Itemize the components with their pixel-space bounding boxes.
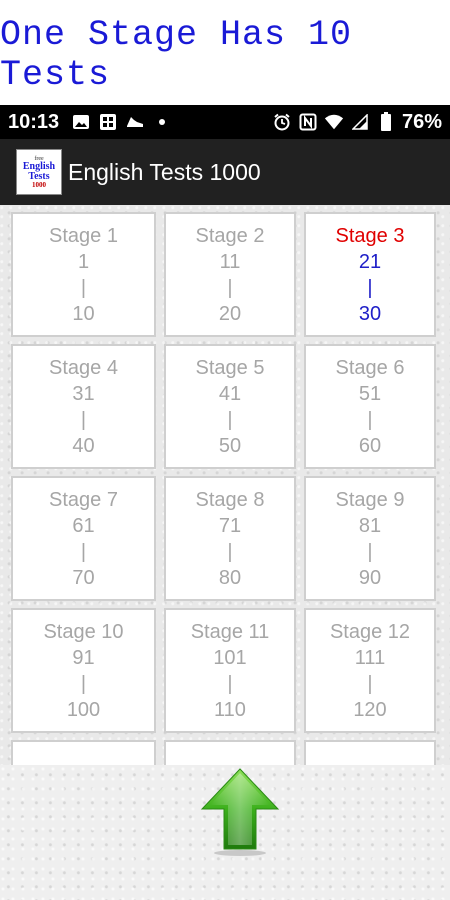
stage-tile[interactable]: Stage 11 101 | 110 — [164, 608, 296, 733]
dot-icon — [152, 112, 172, 132]
stage-range-separator: | — [80, 672, 87, 695]
stage-range-end: 90 — [358, 566, 382, 589]
stage-label: Stage 3 — [335, 224, 405, 247]
stage-tile[interactable]: Stage 7 61 | 70 — [11, 476, 156, 601]
wifi-icon — [324, 112, 344, 132]
stage-range-end: 120 — [353, 698, 387, 721]
stage-range-start: 21 — [358, 250, 382, 273]
stage-range-start: 71 — [218, 514, 242, 537]
battery-icon — [376, 112, 396, 132]
image-icon — [71, 112, 91, 132]
stage-range-separator: | — [367, 540, 373, 563]
status-bar: 10:13 76% — [0, 105, 450, 139]
stage-tile[interactable]: Stage 2 11 | 20 — [164, 212, 296, 337]
stage-tile[interactable]: Stage 3 21 | 30 — [304, 212, 436, 337]
stage-range-start: 51 — [358, 382, 382, 405]
stage-list[interactable]: Stage 1 1 | 10 Stage 2 11 | 20 Stage 3 21 | 30 Stage… — [0, 205, 450, 765]
stage-label: Stage 12 — [329, 620, 411, 643]
up-arrow-icon[interactable] — [200, 767, 280, 857]
stage-label: Stage 9 — [335, 488, 405, 511]
app-title: English Tests 1000 — [68, 158, 261, 185]
status-right-icons: 76% — [272, 111, 442, 134]
stage-range-separator: | — [227, 276, 233, 299]
stage-grid: Stage 1 1 | 10 Stage 2 11 | 20 Stage 3 21 | 30 Stage… — [11, 212, 436, 765]
stage-range-end: 70 — [72, 566, 95, 589]
status-time: 10:13 — [8, 110, 60, 133]
app-logo-line3: Tests — [28, 170, 50, 182]
nfc-icon — [298, 112, 318, 132]
stage-range-start: 31 — [72, 382, 95, 405]
stage-range-end: 110 — [214, 698, 246, 721]
promo-banner-text: One Stage Has 10 Tests — [0, 14, 353, 95]
shoe-icon — [125, 112, 145, 132]
nfc-tag-icon — [98, 112, 118, 132]
stage-label: Stage 1 — [49, 224, 118, 247]
stage-range-end: 80 — [218, 566, 242, 589]
battery-percent: 76% — [401, 110, 442, 133]
stage-tile[interactable]: Stage 15 — [304, 740, 436, 765]
stage-range-end: 20 — [218, 302, 242, 325]
stage-range-start: 41 — [218, 382, 242, 405]
stage-label: Stage 7 — [49, 488, 118, 511]
stage-range-start: 11 — [219, 250, 241, 273]
stage-range-start: 101 — [213, 646, 247, 669]
stage-label: Stage 8 — [195, 488, 265, 511]
stage-label: Stage 10 — [43, 620, 124, 643]
stage-range-start: 81 — [358, 514, 382, 537]
stage-range-separator: | — [80, 408, 87, 431]
app-logo: free English Tests 1000 — [16, 149, 62, 195]
stage-label: Stage 6 — [335, 356, 405, 379]
stage-range-start: 91 — [72, 646, 95, 669]
stage-label: Stage 2 — [195, 224, 265, 247]
stage-range-separator: | — [367, 672, 373, 695]
promo-banner: One Stage Has 10 Tests — [0, 0, 450, 105]
stage-range-end: 40 — [72, 434, 95, 457]
stage-label: Stage 4 — [49, 356, 118, 379]
stage-range-start: 1 — [77, 250, 90, 273]
bottom-area — [0, 765, 450, 900]
signal-icon — [350, 112, 370, 132]
stage-range-end: 60 — [358, 434, 382, 457]
stage-tile[interactable]: Stage 4 31 | 40 — [11, 344, 156, 469]
stage-range-separator: | — [227, 408, 233, 431]
stage-range-start: 61 — [72, 514, 95, 537]
stage-tile[interactable]: Stage 8 71 | 80 — [164, 476, 296, 601]
stage-range-separator: | — [367, 276, 373, 299]
stage-tile[interactable]: Stage 6 51 | 60 — [304, 344, 436, 469]
stage-tile[interactable]: Stage 14 — [164, 740, 296, 765]
stage-range-separator: | — [80, 276, 87, 299]
stage-tile[interactable]: Stage 13 — [11, 740, 156, 765]
alarm-icon — [272, 112, 292, 132]
app-bar: free English Tests 1000 English Tests 10… — [0, 139, 450, 205]
stage-label: Stage 5 — [195, 356, 265, 379]
stage-tile[interactable]: Stage 1 1 | 10 — [11, 212, 156, 337]
app-logo-line2: English — [22, 160, 56, 172]
stage-tile[interactable]: Stage 5 41 | 50 — [164, 344, 296, 469]
stage-range-separator: | — [367, 408, 373, 431]
stage-tile[interactable]: Stage 9 81 | 90 — [304, 476, 436, 601]
app-logo-line4: 1000 — [32, 180, 46, 189]
stage-tile[interactable]: Stage 10 91 | 100 — [11, 608, 156, 733]
stage-range-end: 30 — [358, 302, 382, 325]
status-left-icons — [71, 112, 172, 132]
stage-label: Stage 11 — [190, 620, 270, 643]
stage-range-separator: | — [227, 540, 233, 563]
stage-range-end: 10 — [72, 302, 95, 325]
stage-range-separator: | — [80, 540, 87, 563]
stage-range-start: 111 — [354, 646, 386, 669]
stage-range-end: 100 — [66, 698, 101, 721]
stage-range-end: 50 — [218, 434, 242, 457]
stage-tile[interactable]: Stage 12 111 | 120 — [304, 608, 436, 733]
stage-range-separator: | — [227, 672, 233, 695]
